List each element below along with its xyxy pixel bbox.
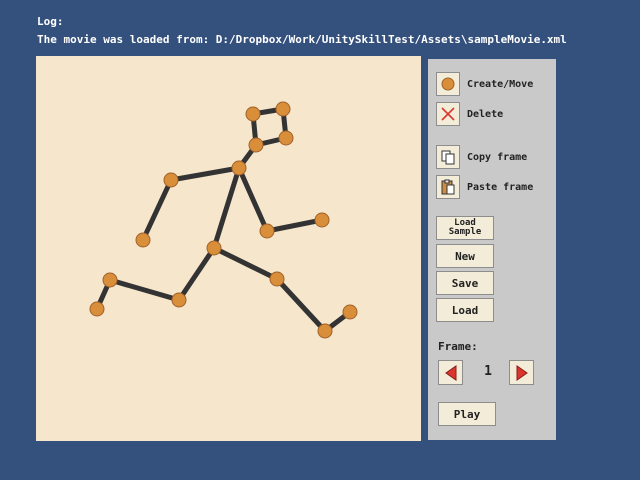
- frame-number: 1: [484, 364, 492, 379]
- frame-label: Frame:: [438, 340, 478, 353]
- joint: [342, 304, 358, 320]
- previous-frame-button[interactable]: [438, 360, 463, 385]
- skeleton-figure: [89, 101, 358, 339]
- joint: [171, 292, 187, 308]
- copy-frame-tool[interactable]: Copy frame: [436, 145, 527, 169]
- bone: [264, 217, 325, 234]
- right-arrow-icon: [516, 364, 528, 381]
- joint: [259, 223, 275, 239]
- orange-circle-icon[interactable]: [436, 72, 460, 96]
- bone: [236, 165, 270, 234]
- left-arrow-icon: [444, 364, 456, 381]
- joint: [314, 212, 330, 228]
- new-button[interactable]: New: [436, 244, 494, 268]
- play-button[interactable]: Play: [438, 402, 496, 426]
- joint: [89, 301, 105, 317]
- copy-frame-label: Copy frame: [467, 151, 528, 163]
- delete-tool[interactable]: Delete: [436, 102, 503, 126]
- bone: [211, 245, 280, 282]
- load-button[interactable]: Load: [436, 298, 494, 322]
- joint: [278, 130, 294, 146]
- joint: [248, 137, 264, 153]
- clipboard-icon[interactable]: [436, 175, 460, 199]
- log-label: Log:: [37, 15, 64, 28]
- save-button[interactable]: Save: [436, 271, 494, 295]
- tool-panel: Create/Move Delete Copy frame Paste fram…: [428, 59, 556, 440]
- joint: [135, 232, 151, 248]
- next-frame-button[interactable]: [509, 360, 534, 385]
- bone: [176, 245, 217, 303]
- bone: [274, 276, 328, 334]
- paste-frame-tool[interactable]: Paste frame: [436, 175, 533, 199]
- load-sample-label-line2: Sample: [448, 227, 482, 237]
- joint: [269, 271, 285, 287]
- joint: [163, 172, 179, 188]
- paste-frame-label: Paste frame: [467, 181, 534, 193]
- bone: [168, 165, 242, 183]
- bone: [211, 165, 242, 251]
- drawing-canvas[interactable]: [36, 56, 421, 441]
- copy-icon[interactable]: [436, 145, 460, 169]
- bone: [107, 277, 182, 303]
- create-move-label: Create/Move: [467, 78, 534, 90]
- log-message: The movie was loaded from: D:/Dropbox/Wo…: [37, 33, 567, 46]
- joint: [102, 272, 118, 288]
- red-x-icon[interactable]: [436, 102, 460, 126]
- joint: [317, 323, 333, 339]
- create-move-tool[interactable]: Create/Move: [436, 72, 533, 96]
- joint: [245, 106, 261, 122]
- delete-label: Delete: [467, 108, 504, 120]
- joint: [206, 240, 222, 256]
- joint: [275, 101, 291, 117]
- joint: [231, 160, 247, 176]
- bone: [140, 177, 174, 243]
- load-sample-button[interactable]: Load Sample: [436, 216, 494, 240]
